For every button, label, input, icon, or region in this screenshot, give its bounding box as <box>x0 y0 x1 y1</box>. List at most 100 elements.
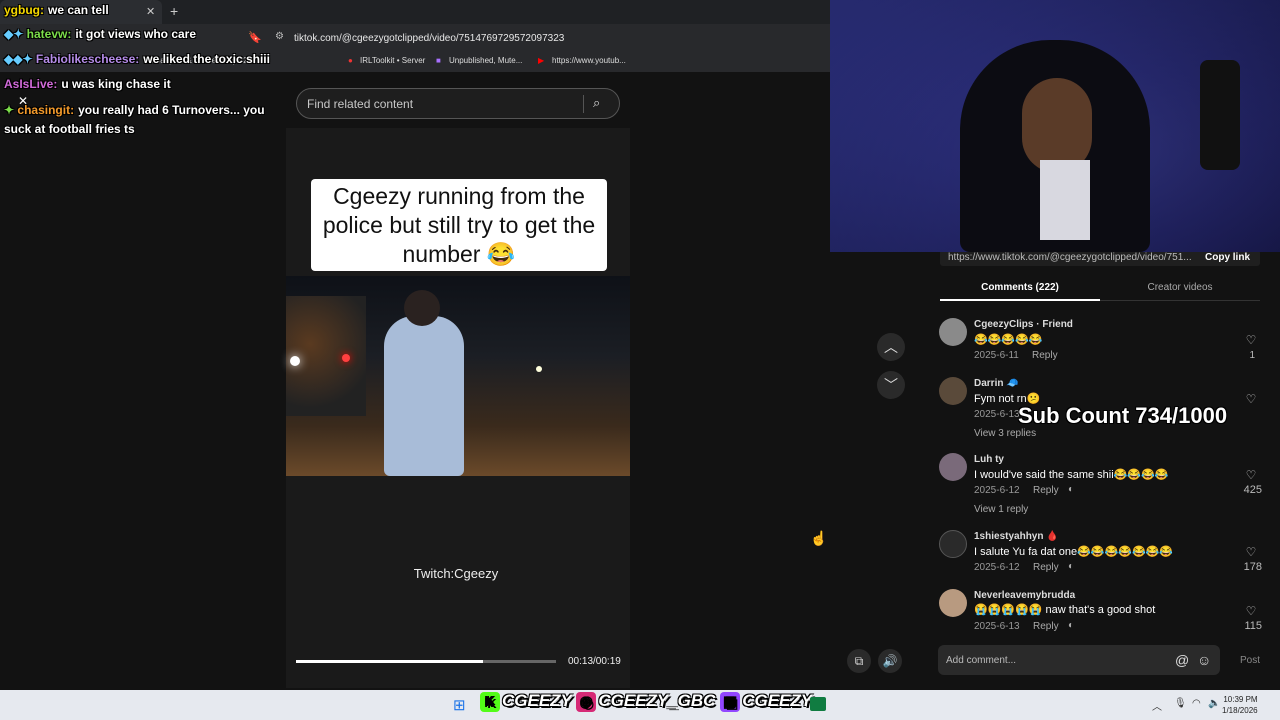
search-icon[interactable]: ⌕ <box>593 95 600 111</box>
avatar[interactable] <box>939 530 967 558</box>
comment-text: 😭😭😭😭😭 naw that's a good shot <box>974 604 1156 616</box>
like-heart-icon[interactable]: ♡ <box>1241 604 1261 618</box>
comment-username[interactable]: Luh ty <box>974 454 1004 465</box>
mouse-cursor-icon: ☝ <box>810 530 828 546</box>
view-replies-button[interactable]: View 1 reply <box>974 504 1028 515</box>
chat-text: it got views who care <box>75 27 197 41</box>
emoji-icon[interactable]: ☺ <box>1197 652 1211 668</box>
tab-creator-videos[interactable]: Creator videos <box>1100 282 1260 293</box>
video-time: 00:13/00:19 <box>568 656 621 667</box>
like-count: 115 <box>1244 620 1262 632</box>
bookmark-dot-icon: ● <box>348 56 353 65</box>
socials-overlay: K CGEEZY ◎ CGEEZY_GBC ▣ CGEEZY <box>480 691 812 712</box>
bookmark-icon[interactable]: 🔖 <box>248 31 262 44</box>
speaker-icon[interactable]: 🔈 <box>1208 698 1220 709</box>
chat-message: ◆◆✦ Fabiolikescheese: we liked the toxic … <box>4 52 270 66</box>
badge-icon: ◆◆✦ <box>4 52 33 66</box>
social-handle: CGEEZY <box>502 691 572 710</box>
comment-date: 2025-6-11 <box>974 350 1019 361</box>
search-divider <box>583 95 584 113</box>
comment-text: I would've said the same shii😂😂😂😂 <box>974 469 1169 481</box>
tab-close-icon[interactable]: ✕ <box>146 5 155 18</box>
wifi-icon[interactable]: ◠ <box>1192 698 1201 709</box>
active-tab-indicator <box>940 299 1100 301</box>
creator-liked-icon: ◐ <box>1068 561 1075 572</box>
like-heart-icon[interactable]: ♡ <box>1241 333 1261 347</box>
chat-message: ✦ chasingit: you really had 6 Turnovers..… <box>4 101 289 139</box>
chat-username: hatevw: <box>26 27 72 41</box>
taskbar-clock[interactable]: 10:39 PM 1/18/2026 <box>1222 694 1258 716</box>
comment-username[interactable]: Neverleavemybrudda <box>974 590 1075 601</box>
comment-date: 2025-6-12 <box>974 485 1020 496</box>
reply-button[interactable]: Reply <box>1033 485 1059 496</box>
picture-in-picture-icon[interactable]: ⧉ <box>847 649 871 673</box>
creator-liked-icon: ◐ <box>1068 620 1075 631</box>
new-tab-icon[interactable]: + <box>170 3 178 19</box>
comment-date: 2025-6-12 <box>974 562 1020 573</box>
search-input[interactable]: Find related content <box>296 88 620 119</box>
bookmark-item[interactable]: https://www.youtub... <box>552 56 626 65</box>
video-progress-fill <box>296 660 484 663</box>
avatar[interactable] <box>939 589 967 617</box>
badge-icon: ◆✦ <box>4 27 24 41</box>
tray-chevron-icon[interactable]: ︿ <box>1152 698 1162 713</box>
like-count: 178 <box>1243 561 1262 573</box>
street-light <box>536 366 542 372</box>
chat-username: chasingit: <box>17 103 75 117</box>
bookmark-item[interactable]: Unpublished, Mute... <box>449 56 522 65</box>
chat-username: Fabiolikescheese: <box>35 52 140 66</box>
app-icon[interactable] <box>810 697 826 711</box>
copy-link-button[interactable]: Copy link <box>1205 252 1250 263</box>
windows-start-icon[interactable]: ⊞ <box>453 696 466 714</box>
comment-username[interactable]: 1shiestyahhyn 🩸 <box>974 531 1059 542</box>
person-head <box>404 290 440 326</box>
reply-button[interactable]: Reply <box>1032 350 1058 361</box>
post-button[interactable]: Post <box>1240 655 1260 666</box>
like-heart-icon[interactable]: ♡ <box>1241 392 1261 406</box>
like-count: 425 <box>1243 484 1262 496</box>
streamer-shirt <box>1040 160 1090 240</box>
comment-date: 2025-6-13 <box>974 409 1020 420</box>
reply-button[interactable]: Reply <box>1033 562 1059 573</box>
comment-username[interactable]: CgeezyClips · Friend <box>974 319 1073 330</box>
video-frame <box>286 276 630 476</box>
url-field[interactable]: tiktok.com/@cgeezygotclipped/video/75147… <box>268 29 828 49</box>
avatar[interactable] <box>939 453 967 481</box>
headlight <box>290 356 300 366</box>
comment-username[interactable]: Darrin 🧢 <box>974 378 1019 389</box>
youtube-icon: ▶ <box>538 56 545 65</box>
like-heart-icon[interactable]: ♡ <box>1241 468 1261 482</box>
avatar[interactable] <box>939 318 967 346</box>
chat-message: AsIsLive: u was king chase it <box>4 77 171 91</box>
chat-text: u was king chase it <box>61 77 171 91</box>
tab-comments[interactable]: Comments (222) <box>940 282 1100 293</box>
kick-icon: K <box>480 691 500 712</box>
chat-username: AsIsLive: <box>4 77 58 91</box>
reply-button[interactable]: Reply <box>1033 621 1059 632</box>
next-video-button[interactable]: ﹀ <box>877 371 905 399</box>
site-info-icon[interactable]: ⚙ <box>275 31 284 42</box>
social-handle: CGEEZY_GBC <box>598 691 716 710</box>
mention-icon[interactable]: @ <box>1175 652 1189 668</box>
video-watermark: Twitch:Cgeezy <box>413 566 499 581</box>
microphone-icon[interactable]: 🎙 <box>1174 698 1187 709</box>
view-replies-button[interactable]: View 3 replies <box>974 428 1036 439</box>
badge-icon: ✦ <box>4 103 15 117</box>
clock-time: 10:39 PM <box>1223 695 1258 704</box>
like-count: 1 <box>1249 350 1255 361</box>
comment-date: 2025-6-13 <box>974 621 1020 632</box>
sub-count-overlay: Sub Count 734/1000 <box>1018 403 1228 428</box>
chat-text: we can tell <box>48 3 109 17</box>
chat-username: ygbug: <box>4 3 44 17</box>
volume-icon[interactable]: 🔊 <box>878 649 902 673</box>
previous-video-button[interactable]: ︿ <box>877 333 905 361</box>
streamer-face <box>1022 78 1092 173</box>
microphone <box>1200 60 1240 170</box>
comment-text: I salute Yu fa dat one😂😂😂😂😂😂😂 <box>974 546 1174 558</box>
chat-text: we liked the toxic shiii <box>143 52 270 66</box>
like-heart-icon[interactable]: ♡ <box>1241 545 1261 559</box>
comment-text: 😂😂😂😂😂 <box>974 334 1043 346</box>
bookmark-item[interactable]: IRLToolkit • Server <box>360 56 425 65</box>
twitch-icon: ■ <box>436 56 441 65</box>
avatar[interactable] <box>939 377 967 405</box>
